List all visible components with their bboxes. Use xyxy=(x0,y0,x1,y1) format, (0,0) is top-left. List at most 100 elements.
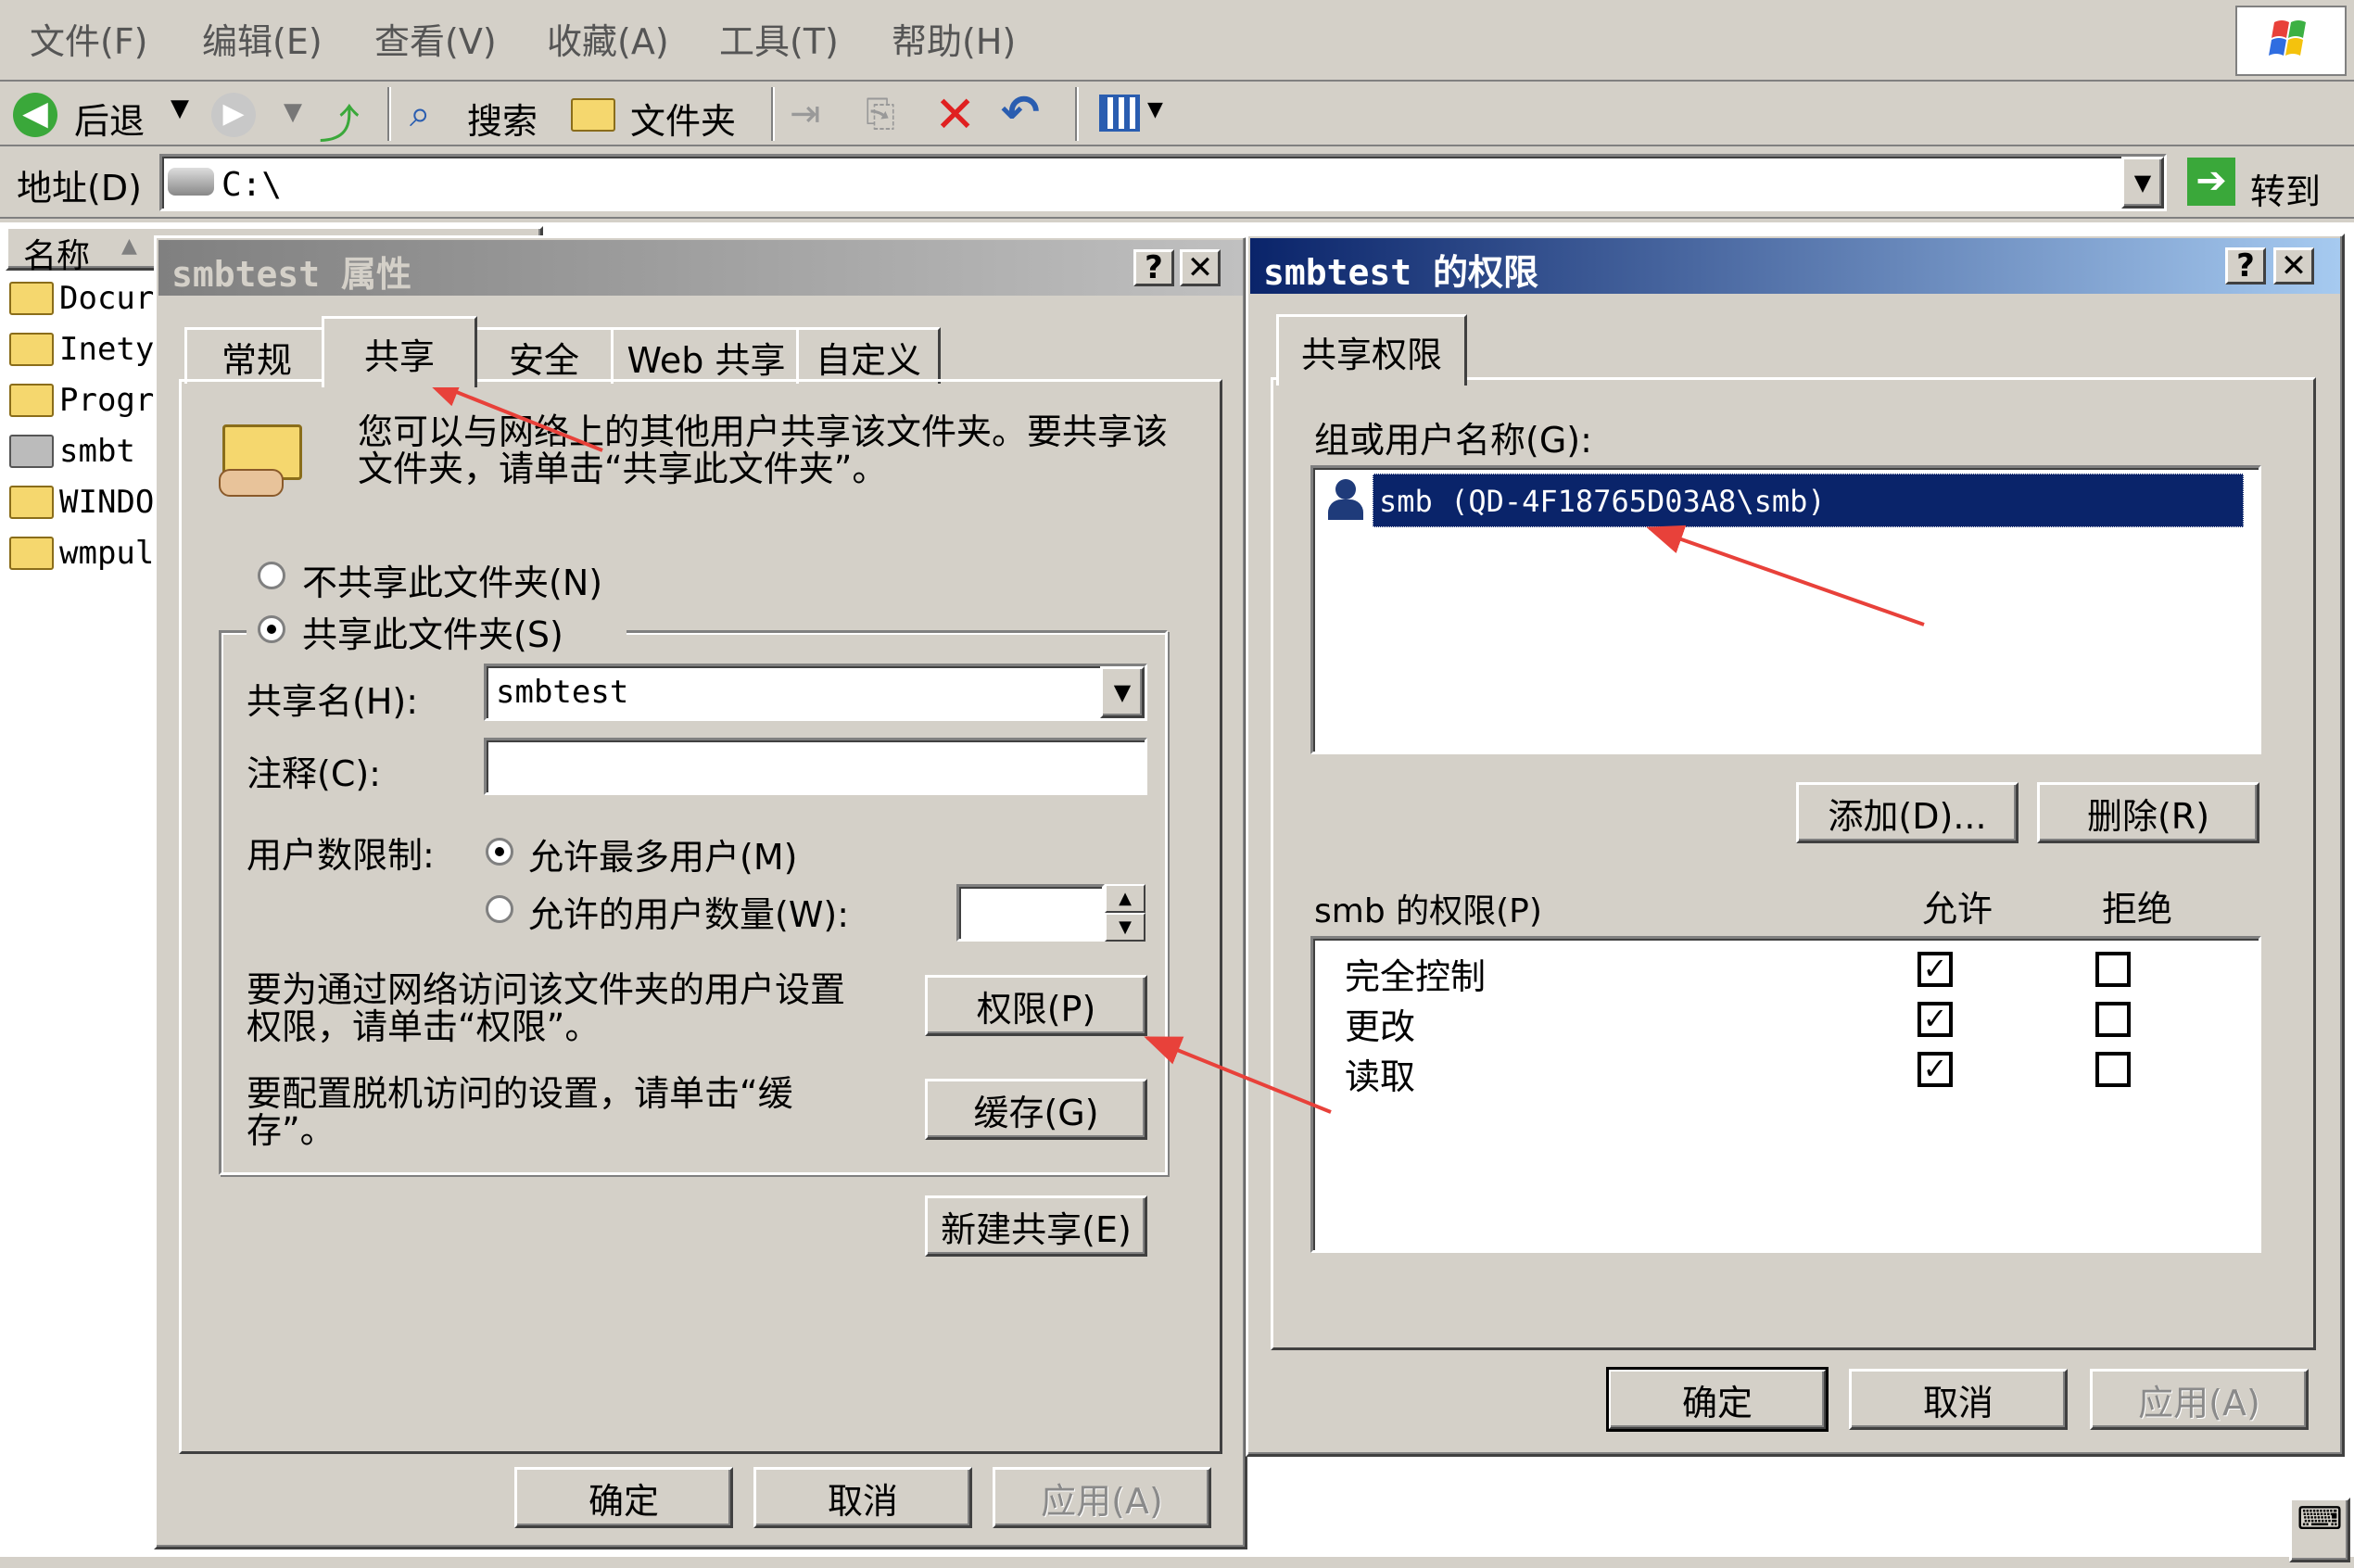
share-label[interactable]: 共享此文件夹(S) xyxy=(302,606,563,657)
menu-view[interactable]: 查看(V) xyxy=(374,13,497,64)
menu-file[interactable]: 文件(F) xyxy=(30,13,148,64)
apply-button[interactable]: 应用(A) xyxy=(2090,1369,2309,1430)
max-users-radio[interactable] xyxy=(486,838,513,866)
list-item-label: WINDO xyxy=(59,484,155,521)
user-limit-label: 用户数限制: xyxy=(247,835,435,876)
sharing-tab-page: 您可以与网络上的其他用户共享该文件夹。要共享该文件夹，请单击“共享此文件夹”。 … xyxy=(179,379,1222,1454)
help-icon[interactable]: ? xyxy=(2225,247,2266,285)
list-item-label: smbt xyxy=(59,433,135,470)
user-list[interactable]: smb (QD-4F18765D03A8\smb) xyxy=(1310,465,2261,754)
tab-sharing[interactable]: 共享 xyxy=(322,316,477,387)
cancel-button-label: 取消 xyxy=(1922,1382,1993,1423)
back-button[interactable]: ◀ 后退 ▼ xyxy=(13,89,198,142)
permissions-help-text: 要为通过网络访问该文件夹的用户设置权限，请单击“权限”。 xyxy=(247,969,846,1047)
comment-input[interactable] xyxy=(484,738,1147,795)
tab-label: 共享 xyxy=(363,335,435,377)
cache-button-label: 缓存(G) xyxy=(973,1092,1099,1133)
table-row: 完全控制 ✓ xyxy=(1313,944,2240,997)
go-button[interactable]: ➔ 转到 xyxy=(2183,154,2350,212)
group-user-label: 组或用户名称(G): xyxy=(1314,420,1592,461)
list-item[interactable]: wmpul xyxy=(9,535,154,572)
delete-icon[interactable]: ✕ xyxy=(934,85,976,144)
list-item[interactable]: Progr xyxy=(9,382,154,419)
deny-checkbox[interactable] xyxy=(2095,1002,2131,1037)
permissions-dialog: smbtest 的权限 ? ✕ 共享权限 组或用户名称(G): smb (QD-… xyxy=(1246,234,2345,1457)
copy-to-icon[interactable]: ⎘ xyxy=(866,93,895,135)
spin-up-button[interactable]: ▲ xyxy=(1105,884,1145,913)
apply-button[interactable]: 应用(A) xyxy=(993,1467,1211,1528)
address-dropdown-button[interactable]: ▼ xyxy=(2121,157,2164,209)
tab-security[interactable]: 安全 xyxy=(472,327,616,384)
shared-folder-icon xyxy=(9,435,54,468)
help-icon[interactable]: ? xyxy=(1133,249,1174,286)
cancel-button[interactable]: 取消 xyxy=(1849,1369,2068,1430)
list-item-label: wmpul xyxy=(59,535,155,572)
properties-title-bar: smbtest 属性 ? ✕ xyxy=(158,240,1243,296)
no-share-radio[interactable] xyxy=(258,562,285,589)
folder-icon xyxy=(571,98,615,132)
address-value: C:\ xyxy=(221,166,283,204)
toolbar-separator xyxy=(1075,87,1079,141)
allow-checkbox[interactable]: ✓ xyxy=(1917,1002,1953,1037)
tab-label: 安全 xyxy=(508,339,579,381)
allow-checkbox[interactable]: ✓ xyxy=(1917,952,1953,987)
close-icon[interactable]: ✕ xyxy=(2273,247,2314,285)
sort-up-icon: ▲ xyxy=(121,234,137,258)
tab-label: 自定义 xyxy=(815,339,921,381)
user-icon xyxy=(1326,479,1365,522)
spin-down-button[interactable]: ▼ xyxy=(1105,913,1145,942)
allow-checkbox[interactable]: ✓ xyxy=(1917,1052,1953,1087)
tab-label: 常规 xyxy=(221,339,292,381)
menu-favorites[interactable]: 收藏(A) xyxy=(547,13,669,64)
address-input[interactable]: C:\ ▼ xyxy=(159,154,2167,211)
list-item[interactable]: Docur xyxy=(9,280,154,317)
folder-up-icon[interactable]: ⤴ xyxy=(319,91,367,148)
remove-button[interactable]: 删除(R) xyxy=(2037,782,2259,843)
permissions-button[interactable]: 权限(P) xyxy=(925,975,1147,1036)
list-item[interactable]: Inety xyxy=(9,331,154,368)
new-share-button[interactable]: 新建共享(E) xyxy=(925,1195,1147,1257)
list-item[interactable]: smbt xyxy=(9,433,135,470)
chevron-down-icon[interactable]: ▼ xyxy=(171,95,189,122)
chevron-down-icon[interactable]: ▼ xyxy=(1100,666,1145,718)
tab-web-sharing[interactable]: Web 共享 xyxy=(611,327,802,384)
undo-icon[interactable]: ↶ xyxy=(1001,85,1040,139)
list-item[interactable]: WINDO xyxy=(9,484,154,521)
folder-icon xyxy=(9,486,54,519)
allowed-users-label[interactable]: 允许的用户数量(W): xyxy=(528,886,849,937)
menu-tools[interactable]: 工具(T) xyxy=(719,13,839,64)
menu-help[interactable]: 帮助(H) xyxy=(892,13,1016,64)
menu-edit[interactable]: 编辑(E) xyxy=(202,13,323,64)
add-button[interactable]: 添加(D)... xyxy=(1796,782,2019,843)
search-button[interactable]: ⌕ 搜索 xyxy=(408,89,547,142)
move-to-icon[interactable]: ⇥ xyxy=(790,93,821,135)
views-button[interactable]: ▼ xyxy=(1099,93,1173,137)
no-share-label[interactable]: 不共享此文件夹(N) xyxy=(302,554,602,605)
allowed-users-radio[interactable] xyxy=(486,895,513,923)
max-users-label[interactable]: 允许最多用户(M) xyxy=(528,828,797,879)
ok-button[interactable]: 确定 xyxy=(1606,1367,1829,1432)
ok-button[interactable]: 确定 xyxy=(514,1467,733,1528)
deny-checkbox[interactable] xyxy=(2095,1052,2131,1087)
folder-icon xyxy=(9,282,54,315)
user-count-input[interactable] xyxy=(956,884,1105,942)
tab-general[interactable]: 常规 xyxy=(184,327,329,384)
list-item[interactable]: smb (QD-4F18765D03A8\smb) xyxy=(1321,474,2251,529)
forward-arrow-icon[interactable]: ▶ xyxy=(211,93,256,137)
ime-keyboard-icon[interactable]: ⌨ xyxy=(2289,1498,2350,1562)
share-radio[interactable] xyxy=(258,615,285,643)
tab-customize[interactable]: 自定义 xyxy=(796,327,941,384)
tab-share-permissions[interactable]: 共享权限 xyxy=(1276,314,1467,386)
ok-button-label: 确定 xyxy=(1681,1382,1753,1423)
chevron-down-icon[interactable]: ▼ xyxy=(284,98,302,126)
folders-button[interactable]: 文件夹 xyxy=(571,89,756,142)
deny-checkbox[interactable] xyxy=(2095,952,2131,987)
cancel-button[interactable]: 取消 xyxy=(753,1467,972,1528)
cache-button[interactable]: 缓存(G) xyxy=(925,1079,1147,1140)
share-name-combobox[interactable]: smbtest ▼ xyxy=(484,664,1147,721)
permission-name: 更改 xyxy=(1345,1006,1416,1047)
comment-label: 注释(C): xyxy=(247,753,381,794)
ok-button-label: 确定 xyxy=(588,1480,659,1522)
table-row: 读取 ✓ xyxy=(1313,1044,2240,1097)
close-icon[interactable]: ✕ xyxy=(1180,249,1221,286)
